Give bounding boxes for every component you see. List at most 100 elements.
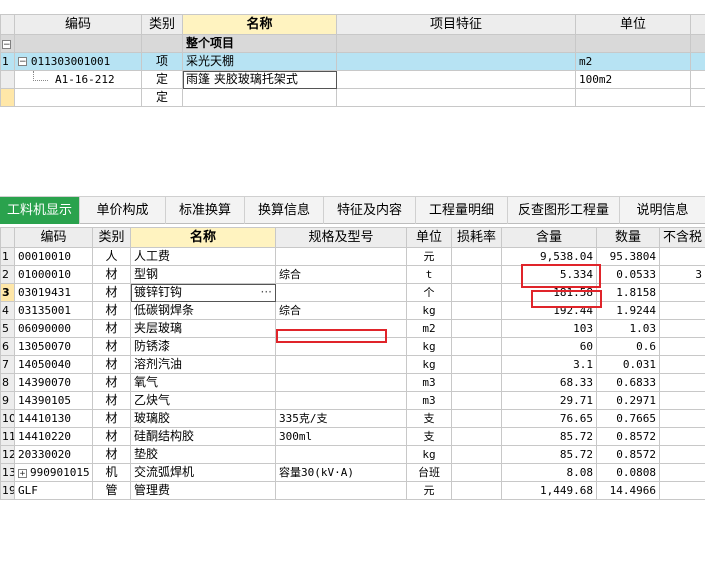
cell-type[interactable]: 材 [92, 319, 131, 338]
cell-pretax[interactable] [659, 463, 705, 482]
cell-quantity[interactable]: 95.3804 [596, 247, 660, 266]
cell-spec[interactable]: 综合 [275, 265, 407, 284]
cell-feature[interactable] [336, 88, 576, 107]
cell-quantity[interactable]: 0.6 [596, 337, 660, 356]
cell-unit[interactable]: m2 [575, 52, 691, 71]
column-header-pretax[interactable]: 不含税 [659, 227, 705, 248]
tab-standard-conversion[interactable]: 标准换算 [166, 197, 245, 224]
cell-pretax[interactable] [659, 301, 705, 320]
cell-name[interactable]: 防锈漆 [130, 337, 276, 356]
cell-quantity[interactable]: 1.8158 [596, 283, 660, 302]
cell-spec[interactable]: 300ml [275, 427, 407, 446]
table-row[interactable]: − 整个项目 [0, 34, 705, 53]
tab-labor-material-machine[interactable]: 工料机显示 [0, 197, 80, 224]
cell-name[interactable]: 夹层玻璃 [130, 319, 276, 338]
cell-code[interactable]: GLF [14, 481, 93, 500]
cell-unit[interactable]: 100m2 [575, 70, 691, 89]
cell-pretax[interactable] [659, 355, 705, 374]
column-header-unit[interactable]: 单位 [575, 14, 691, 35]
cell-name[interactable]: 硅酮结构胶 [130, 427, 276, 446]
column-header-loss-rate[interactable]: 损耗率 [451, 227, 502, 248]
cell-pretax[interactable] [659, 337, 705, 356]
cell-code[interactable]: A1-16-212 [14, 70, 142, 89]
cell-type[interactable] [141, 34, 183, 53]
cell-quantity[interactable]: 0.7665 [596, 409, 660, 428]
cell-feature[interactable] [336, 52, 576, 71]
cell-spec[interactable] [275, 283, 407, 302]
column-header-code[interactable]: 编码 [14, 227, 93, 248]
cell-name[interactable]: 人工费 [130, 247, 276, 266]
cell-spec[interactable] [275, 247, 407, 266]
cell-code[interactable]: +990901015 [14, 463, 93, 482]
column-header-type[interactable]: 类别 [141, 14, 183, 35]
cell-quantity[interactable]: 0.8572 [596, 445, 660, 464]
cell-unit[interactable]: 个 [406, 283, 452, 302]
cell-name[interactable] [182, 88, 337, 107]
cell-type[interactable]: 项 [141, 52, 183, 71]
cell-type[interactable]: 材 [92, 283, 131, 302]
column-header-type[interactable]: 类别 [92, 227, 131, 248]
column-header-name[interactable]: 名称 [130, 227, 276, 248]
column-header-spec[interactable]: 规格及型号 [275, 227, 407, 248]
cell-loss-rate[interactable] [451, 463, 502, 482]
cell-pretax[interactable] [659, 373, 705, 392]
cell-code[interactable]: 14050040 [14, 355, 93, 374]
cell-code[interactable]: 03135001 [14, 301, 93, 320]
column-header-feature[interactable]: 项目特征 [336, 14, 576, 35]
cell-spec[interactable]: 综合 [275, 301, 407, 320]
table-row[interactable]: 定 [0, 88, 705, 107]
cell-code[interactable]: 06090000 [14, 319, 93, 338]
cell-spec[interactable] [275, 373, 407, 392]
cell-code[interactable]: − 011303001001 [14, 52, 142, 71]
cell-name[interactable]: 整个项目 [182, 34, 337, 53]
column-header-quantity[interactable]: 数量 [596, 227, 660, 248]
cell-loss-rate[interactable] [451, 409, 502, 428]
cell-name[interactable]: 雨篷 夹胶玻璃托架式 [182, 70, 337, 89]
tab-conversion-info[interactable]: 换算信息 [245, 197, 324, 224]
table-row[interactable]: 19GLF管管理费 元 1,449.6814.4966 [0, 481, 705, 500]
cell-type[interactable]: 材 [92, 445, 131, 464]
cell-name[interactable]: 交流弧焊机 [130, 463, 276, 482]
cell-loss-rate[interactable] [451, 445, 502, 464]
cell-feature[interactable] [336, 34, 576, 53]
cell-name[interactable]: 低碳钢焊条 [130, 301, 276, 320]
cell-pretax[interactable] [659, 283, 705, 302]
cell-code[interactable]: 01000010 [14, 265, 93, 284]
cell-content[interactable]: 68.33 [501, 373, 597, 392]
cell-code[interactable]: 20330020 [14, 445, 93, 464]
cell-type[interactable]: 机 [92, 463, 131, 482]
column-header-content[interactable]: 含量 [501, 227, 597, 248]
cell-name[interactable]: 玻璃胶 [130, 409, 276, 428]
cell-type[interactable]: 材 [92, 301, 131, 320]
cell-content[interactable]: 8.08 [501, 463, 597, 482]
table-row[interactable]: 8 14390070 材氧气 m3 68.33 0.6833 [0, 373, 705, 392]
cell-pretax[interactable] [659, 391, 705, 410]
cell-unit[interactable]: t [406, 265, 452, 284]
cell-content[interactable]: 103 [501, 319, 597, 338]
cell-loss-rate[interactable] [451, 481, 502, 500]
cell-loss-rate[interactable] [451, 373, 502, 392]
cell-loss-rate[interactable] [451, 301, 502, 320]
table-row[interactable]: 1220330020材垫胶 kg 85.720.8572 [0, 445, 705, 464]
cell-content[interactable]: 1,449.68 [501, 481, 597, 500]
cell-type[interactable]: 材 [92, 409, 131, 428]
table-row[interactable]: 7 14050040 材溶剂汽油 kg 3.1 0.031 [0, 355, 705, 374]
expand-icon[interactable]: + [18, 468, 27, 478]
cell-quantity[interactable]: 0.2971 [596, 391, 660, 410]
cell-content[interactable]: 29.71 [501, 391, 597, 410]
cell-unit[interactable]: 支 [406, 409, 452, 428]
table-row[interactable]: 1 00010010 人人工费 元 9,538.04 95.3804 [0, 247, 705, 266]
cell-quantity[interactable]: 1.03 [596, 319, 660, 338]
cell-loss-rate[interactable] [451, 265, 502, 284]
cell-pretax[interactable] [659, 319, 705, 338]
cell-loss-rate[interactable] [451, 355, 502, 374]
cell-code[interactable]: 14410130 [14, 409, 93, 428]
cell-unit[interactable]: kg [406, 445, 452, 464]
cell-type[interactable]: 材 [92, 373, 131, 392]
more-options-icon[interactable]: ··· [261, 285, 272, 301]
cell-spec[interactable]: 容量30(kV·A) [275, 463, 407, 482]
cell-type[interactable]: 定 [141, 70, 183, 89]
cell-code[interactable]: 00010010 [14, 247, 93, 266]
table-row[interactable]: 1014410130材玻璃胶335克/支支 76.650.7665 [0, 409, 705, 428]
cell-quantity[interactable]: 0.031 [596, 355, 660, 374]
